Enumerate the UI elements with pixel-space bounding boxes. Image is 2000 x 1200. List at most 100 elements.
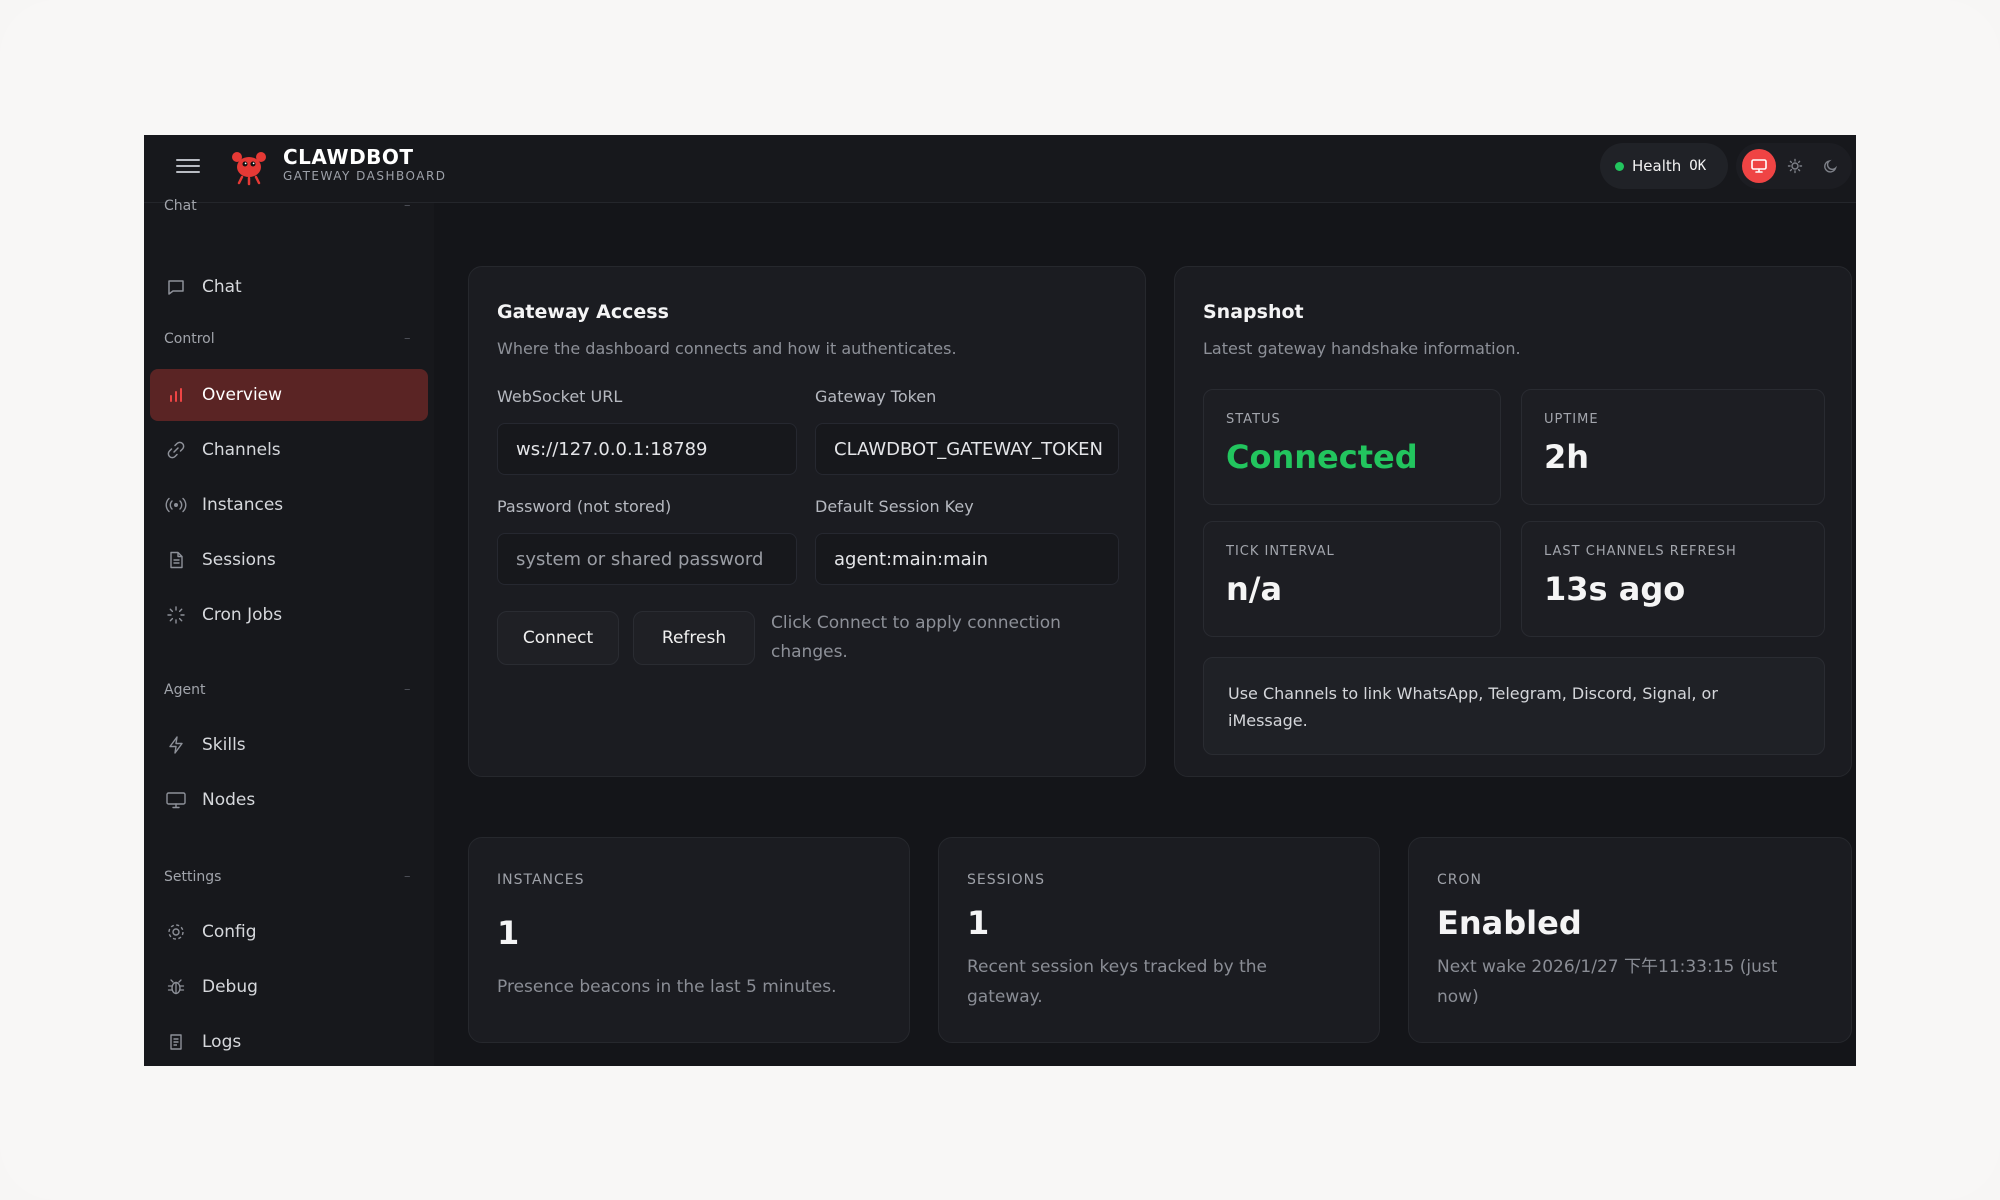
websocket-url-label: WebSocket URL (497, 387, 623, 406)
status-tile: STATUS Connected (1203, 389, 1501, 505)
stat-description: Presence beacons in the last 5 minutes. (497, 977, 837, 997)
stat-value: 1 (497, 914, 520, 952)
websocket-url-input[interactable]: ws://127.0.0.1:18789 (497, 423, 797, 475)
sidebar-item-skills[interactable]: Skills (150, 719, 428, 771)
app-window: CLAWDBOT GATEWAY DASHBOARD Health OK Cha… (144, 135, 1856, 1066)
card-title: Gateway Access (497, 301, 669, 323)
tile-label: LAST CHANNELS REFRESH (1544, 544, 1737, 559)
sidebar-item-label: Overview (202, 385, 283, 405)
channels-info-callout: Use Channels to link WhatsApp, Telegram,… (1203, 657, 1825, 755)
brand-subtitle: GATEWAY DASHBOARD (283, 169, 447, 183)
sidebar-item-label: Sessions (202, 550, 276, 570)
collapse-icon[interactable]: – (404, 682, 411, 697)
gateway-access-card: Gateway Access Where the dashboard conne… (468, 266, 1146, 777)
sidebar-item-debug[interactable]: Debug (150, 961, 428, 1013)
card-subtitle: Where the dashboard connects and how it … (497, 339, 957, 358)
card-title: Snapshot (1203, 301, 1304, 323)
sun-icon (1787, 158, 1803, 174)
sidebar-item-cron-jobs[interactable]: Cron Jobs (150, 589, 428, 641)
monitor-icon (1751, 159, 1767, 173)
monitor-icon (164, 788, 188, 812)
sidebar-item-channels[interactable]: Channels (150, 424, 428, 476)
sidebar-item-label: Channels (202, 440, 281, 460)
link-icon (164, 438, 188, 462)
last-refresh-value: 13s ago (1544, 570, 1686, 608)
card-subtitle: Latest gateway handshake information. (1203, 339, 1521, 358)
group-label-chat: Chat (164, 198, 197, 214)
system-theme-button[interactable] (1742, 149, 1776, 183)
sidebar-item-chat[interactable]: Chat (150, 261, 428, 313)
bar-chart-icon (164, 383, 188, 407)
sidebar-item-instances[interactable]: Instances (150, 479, 428, 531)
group-label-control: Control (164, 331, 215, 347)
sidebar-item-nodes[interactable]: Nodes (150, 774, 428, 826)
sidebar-item-overview[interactable]: Overview (150, 369, 428, 421)
connect-button[interactable]: Connect (497, 611, 619, 665)
sidebar-item-label: Cron Jobs (202, 605, 283, 625)
sidebar-item-label: Chat (202, 277, 242, 297)
collapse-icon[interactable]: – (404, 331, 411, 346)
light-theme-button[interactable] (1778, 149, 1812, 183)
status-value: Connected (1226, 438, 1418, 476)
menu-icon[interactable] (176, 155, 200, 179)
collapse-icon[interactable]: – (404, 869, 411, 884)
uptime-tile: UPTIME 2h (1521, 389, 1825, 505)
sidebar: Chat – Chat Control – Overview Channels … (144, 198, 434, 1066)
health-badge: Health OK (1600, 143, 1728, 189)
lobster-logo-icon (228, 145, 270, 187)
sidebar-item-sessions[interactable]: Sessions (150, 534, 428, 586)
screenshot-frame: CLAWDBOT GATEWAY DASHBOARD Health OK Cha… (0, 0, 2000, 1200)
tile-label: UPTIME (1544, 412, 1599, 427)
stat-label: CRON (1437, 872, 1482, 888)
sidebar-item-logs[interactable]: Logs (150, 1016, 428, 1066)
bug-icon (164, 975, 188, 999)
session-key-input[interactable]: agent:main:main (815, 533, 1119, 585)
tile-label: STATUS (1226, 412, 1281, 427)
health-status-dot (1615, 161, 1624, 171)
theme-switcher (1736, 143, 1852, 189)
sidebar-item-label: Nodes (202, 790, 256, 810)
password-label: Password (not stored) (497, 497, 672, 516)
top-bar: CLAWDBOT GATEWAY DASHBOARD Health OK (144, 135, 1856, 203)
tile-label: TICK INTERVAL (1226, 544, 1335, 559)
sessions-stat-card: SESSIONS 1 Recent session keys tracked b… (938, 837, 1380, 1043)
sidebar-item-label: Config (202, 922, 257, 942)
sidebar-item-label: Debug (202, 977, 258, 997)
collapse-icon[interactable]: – (404, 198, 411, 213)
health-label: Health (1632, 157, 1682, 175)
sidebar-item-label: Instances (202, 495, 284, 515)
stat-description: Next wake 2026/1/27 下午11:33:15 (just now… (1437, 957, 1778, 1007)
zap-icon (164, 733, 188, 757)
group-label-agent: Agent (164, 682, 206, 698)
stat-value: 1 (967, 904, 990, 942)
tick-interval-value: n/a (1226, 570, 1283, 608)
stat-description: Recent session keys tracked by the gatew… (967, 957, 1267, 1007)
last-refresh-tile: LAST CHANNELS REFRESH 13s ago (1521, 521, 1825, 637)
cron-stat-card: CRON Enabled Next wake 2026/1/27 下午11:33… (1408, 837, 1852, 1043)
tick-interval-tile: TICK INTERVAL n/a (1203, 521, 1501, 637)
gateway-token-label: Gateway Token (815, 387, 937, 406)
stat-label: INSTANCES (497, 872, 585, 888)
settings-icon (164, 920, 188, 944)
message-square-icon (164, 275, 188, 299)
password-input[interactable]: system or shared password (497, 533, 797, 585)
group-label-settings: Settings (164, 869, 222, 885)
scroll-icon (164, 1030, 188, 1054)
stat-value: Enabled (1437, 904, 1582, 942)
health-status: OK (1689, 158, 1707, 174)
loader-icon (164, 603, 188, 627)
sidebar-item-label: Logs (202, 1032, 242, 1052)
connect-hint: Click Connect to apply connection change… (771, 613, 1061, 662)
sidebar-item-label: Skills (202, 735, 246, 755)
sidebar-item-config[interactable]: Config (150, 906, 428, 958)
snapshot-card: Snapshot Latest gateway handshake inform… (1174, 266, 1852, 777)
dark-theme-button[interactable] (1814, 149, 1848, 183)
moon-icon (1824, 159, 1838, 173)
file-text-icon (164, 548, 188, 572)
brand-title: CLAWDBOT (283, 145, 414, 169)
session-key-label: Default Session Key (815, 497, 974, 516)
instances-stat-card: INSTANCES 1 Presence beacons in the last… (468, 837, 910, 1043)
gateway-token-input[interactable]: CLAWDBOT_GATEWAY_TOKEN (815, 423, 1119, 475)
broadcast-icon (164, 493, 188, 517)
refresh-button[interactable]: Refresh (633, 611, 755, 665)
